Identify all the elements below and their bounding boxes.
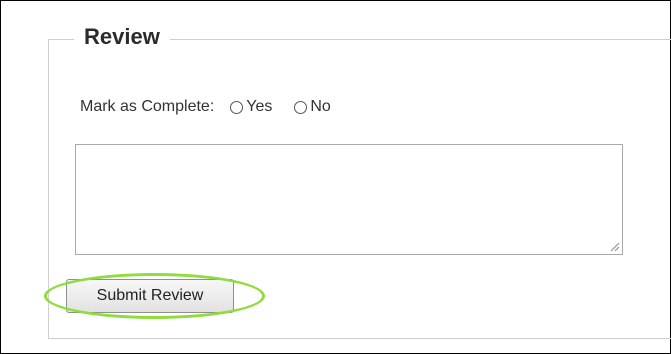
resize-grip-icon[interactable] bbox=[608, 240, 620, 252]
radio-no-label[interactable]: No bbox=[310, 98, 330, 116]
radio-option-yes[interactable]: Yes bbox=[230, 98, 272, 116]
radio-yes[interactable] bbox=[230, 100, 244, 114]
radio-no[interactable] bbox=[294, 100, 308, 114]
review-comment-textarea[interactable] bbox=[75, 144, 623, 255]
radio-option-no[interactable]: No bbox=[294, 98, 331, 116]
mark-complete-row: Mark as Complete: Yes No bbox=[80, 98, 353, 116]
mark-complete-label: Mark as Complete: bbox=[80, 98, 215, 115]
review-legend: Review bbox=[74, 24, 170, 50]
submit-review-button[interactable]: Submit Review bbox=[66, 279, 234, 313]
mark-complete-radio-group: Yes No bbox=[230, 98, 353, 116]
radio-yes-label[interactable]: Yes bbox=[246, 98, 272, 116]
